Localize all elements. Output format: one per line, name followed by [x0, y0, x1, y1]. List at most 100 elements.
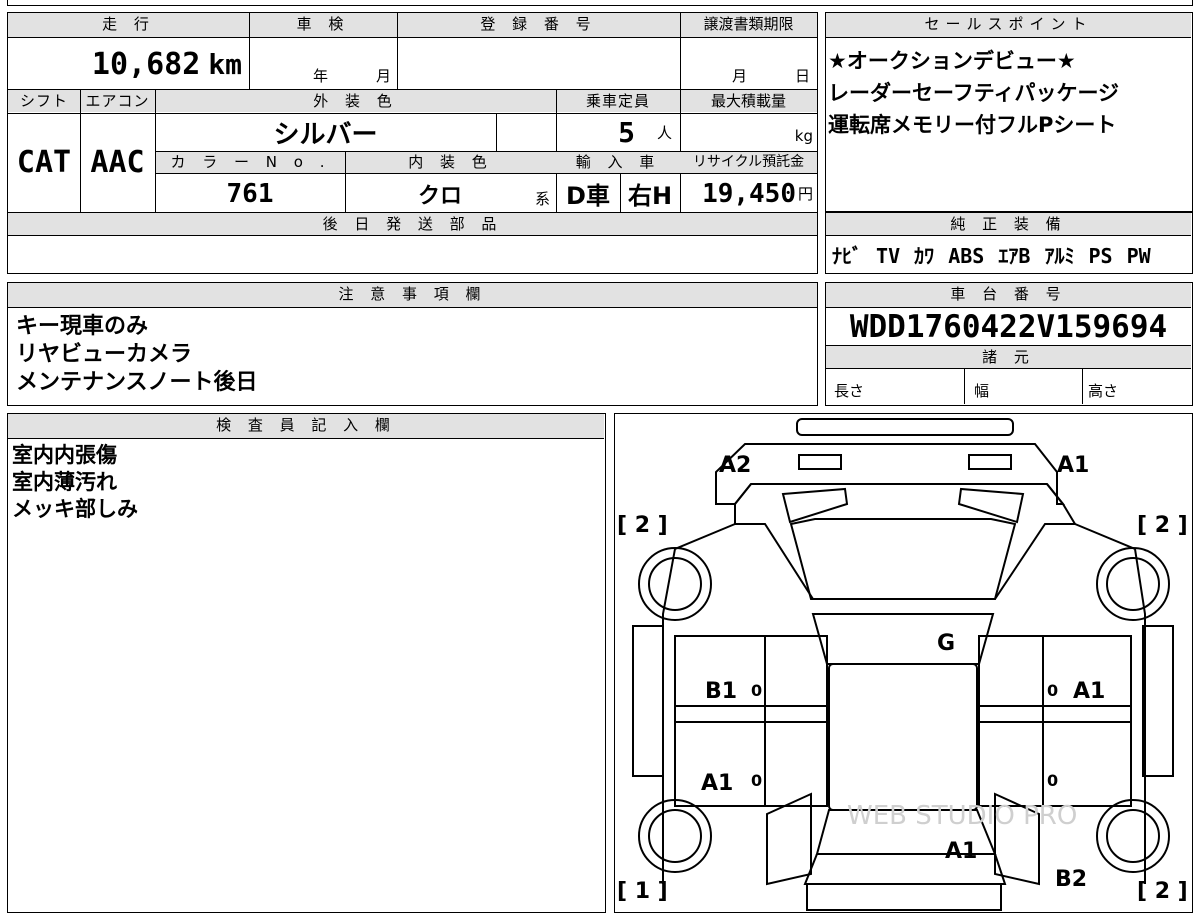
- color-number-value: 761: [226, 178, 274, 209]
- cabin: [828, 663, 978, 811]
- notes-line: キー現車のみ: [16, 314, 149, 339]
- roof: [811, 613, 995, 665]
- zero-marker-fr: 0: [1047, 681, 1058, 700]
- recycle-fee-unit: 円: [797, 185, 813, 203]
- label-windshield: G: [937, 631, 955, 656]
- header-mileage: 走 行: [8, 13, 249, 37]
- wheel-rear-left-inner: [648, 809, 702, 863]
- rear-quarter-left: [766, 792, 812, 886]
- header-import: 輸 入 車: [556, 152, 680, 173]
- front-panel: [715, 443, 1066, 505]
- mileage-value: 10,682 km: [8, 39, 242, 89]
- label-door-rl: A1: [701, 771, 733, 796]
- exterior-color-value: シルバー: [273, 119, 378, 150]
- sales-point-line: ★オークションデビュー★: [828, 49, 1076, 73]
- vehicle-info-box: 走 行 車 検 登 録 番 号 譲渡書類期限 10,682 km 年 月 月 日…: [7, 12, 818, 274]
- interior-suffix: 系: [535, 190, 551, 208]
- shift-value: CAT: [16, 145, 72, 180]
- capacity-number: 5: [618, 115, 635, 149]
- car-diagram: A2 A1 [ 2 ] [ 2 ] G B1 A1 A1 A1 B2 [ 1 ]…: [617, 418, 1188, 911]
- headlight-right: [968, 454, 1012, 470]
- inspector-line: 室内内張傷: [12, 443, 117, 467]
- label-door-fr: A1: [1073, 679, 1105, 704]
- notes-list: キー現車のみ リヤビューカメラ メンテナンスノート後日: [16, 313, 258, 397]
- header-transfer-deadline: 譲渡書類期限: [680, 13, 817, 37]
- label-tire-fr: [ 2 ]: [1137, 513, 1188, 538]
- wheel-front-left-inner: [648, 557, 702, 611]
- pillar-right: [1142, 625, 1174, 777]
- label-tire-fl: [ 2 ]: [617, 513, 668, 538]
- equipment-list: ﾅﾋﾞ TV ｶﾜ ABS ｴｱB ｱﾙﾐ PS PW: [832, 243, 1151, 268]
- aircon-value: AAC: [90, 145, 145, 180]
- notes-line: メンテナンスノート後日: [16, 370, 258, 395]
- inspection-month: 月: [376, 66, 392, 85]
- header-max-load: 最大積載量: [680, 90, 817, 112]
- notes-box: 注 意 事 項 欄 キー現車のみ リヤビューカメラ メンテナンスノート後日: [7, 282, 818, 406]
- label-tire-rr: [ 2 ]: [1137, 879, 1188, 904]
- inspection-year: 年: [313, 66, 329, 85]
- header-exterior-color: 外 装 色: [155, 90, 556, 112]
- wheel-rear-right-inner: [1106, 809, 1160, 863]
- body-left: [662, 523, 736, 884]
- header-aircon: エアコン: [80, 90, 155, 112]
- header-color-number: カ ラ ー N o .: [156, 152, 345, 173]
- inspector-line: メッキ部しみ: [12, 497, 138, 521]
- inspector-list: 室内内張傷 室内薄汚れ メッキ部しみ: [12, 442, 138, 523]
- sales-point-line: 運転席メモリー付フルPシート: [828, 113, 1117, 137]
- label-front-left: A2: [719, 453, 751, 478]
- label-front-right: A1: [1057, 453, 1089, 478]
- damage-diagram-box: A2 A1 [ 2 ] [ 2 ] G B1 A1 A1 A1 B2 [ 1 ]…: [614, 413, 1193, 913]
- hood: [734, 483, 1077, 600]
- max-load-value: kg: [680, 121, 813, 151]
- door-front-left: [674, 635, 828, 723]
- spec-length: 長さ: [834, 381, 865, 400]
- notes-line: リヤビューカメラ: [16, 342, 193, 367]
- zero-marker-rl: 0: [751, 771, 762, 790]
- chassis-box: 車 台 番 号 WDD1760422V159694 諸 元 長さ 幅 高さ: [825, 282, 1193, 406]
- inspector-header: 検 査 員 記 入 欄: [8, 414, 604, 438]
- header-recycle: リサイクル預託金: [680, 152, 817, 173]
- top-strip: [7, 0, 1193, 6]
- door-rear-right: [978, 721, 1132, 807]
- door-rear-left: [674, 721, 828, 807]
- body-right: [1074, 523, 1146, 884]
- windshield: [789, 518, 1017, 600]
- zero-marker-rr: 0: [1047, 771, 1058, 790]
- sales-point-line: レーダーセーフティパッケージ: [828, 81, 1120, 105]
- mileage-unit: km: [208, 47, 242, 81]
- equipment-box: 純 正 装 備 ﾅﾋﾞ TV ｶﾜ ABS ｴｱB ｱﾙﾐ PS PW: [825, 212, 1193, 274]
- grille-left: [781, 487, 849, 524]
- inspector-box: 検 査 員 記 入 欄 室内内張傷 室内薄汚れ メッキ部しみ: [7, 413, 606, 913]
- headlight-left: [798, 454, 842, 470]
- recycle-fee-value: 19,450 円: [680, 175, 813, 212]
- pillar-left: [632, 625, 664, 777]
- mileage-number: 10,682: [91, 46, 201, 82]
- header-inspection: 車 検: [249, 13, 397, 37]
- header-interior-color: 内 装 色: [345, 152, 556, 173]
- door-front-right: [978, 635, 1132, 723]
- label-rear: A1: [945, 839, 977, 864]
- interior-color-value: クロ: [417, 183, 462, 209]
- spec-width: 幅: [974, 381, 990, 400]
- header-capacity: 乗車定員: [556, 90, 680, 112]
- watermark: WEB STUDIO PRO: [847, 801, 1077, 831]
- capacity-value: 5 人: [556, 113, 672, 151]
- inspector-line: 室内薄汚れ: [12, 470, 117, 494]
- sales-point-box: セールスポイント ★オークションデビュー★ レーダーセーフティパッケージ 運転席…: [825, 12, 1193, 212]
- header-registration: 登 録 番 号: [397, 13, 680, 37]
- transfer-day: 日: [795, 66, 811, 85]
- header-shift: シフト: [8, 90, 80, 112]
- rear-bumper: [806, 883, 1002, 911]
- recycle-fee-number: 19,450: [702, 178, 796, 209]
- steering-value: 右H: [627, 182, 673, 210]
- capacity-unit: 人: [656, 123, 672, 142]
- label-rear-right: B2: [1055, 867, 1087, 892]
- spec-header: 諸 元: [826, 346, 1191, 368]
- sales-point-header: セールスポイント: [826, 13, 1191, 37]
- spec-height: 高さ: [1088, 381, 1119, 400]
- grille-right: [957, 487, 1025, 524]
- sales-point-list: ★オークションデビュー★ レーダーセーフティパッケージ 運転席メモリー付フルPシ…: [828, 47, 1119, 139]
- max-load-unit: kg: [794, 127, 813, 145]
- transfer-month: 月: [732, 66, 748, 85]
- label-tire-rl: [ 1 ]: [617, 879, 668, 904]
